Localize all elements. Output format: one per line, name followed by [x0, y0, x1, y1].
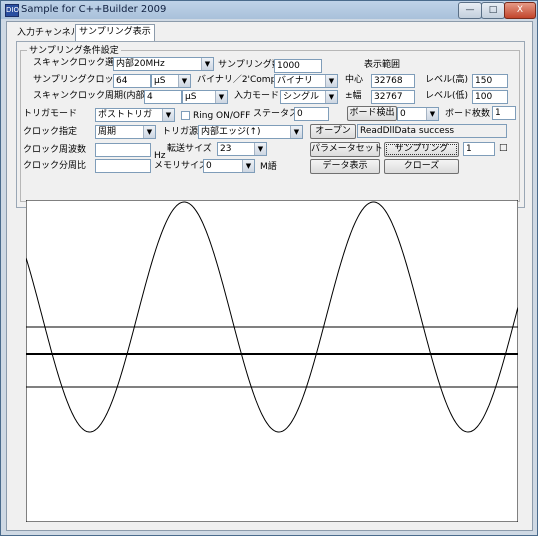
- clock-spec-value: 周期: [98, 127, 117, 137]
- input-mode-select[interactable]: シングル ▼: [280, 90, 338, 104]
- level-low-input[interactable]: 100: [472, 90, 508, 104]
- trigger-mode-value: ポストトリガ: [98, 110, 153, 120]
- center-label: 中心: [345, 75, 364, 85]
- status-label: ステータス: [253, 109, 299, 119]
- ring-onoff-label: Ring ON/OFF: [193, 111, 251, 121]
- trigger-mode-select[interactable]: ポストトリガ ▼: [95, 108, 175, 122]
- transfer-size-select[interactable]: 23 ▼: [217, 142, 267, 156]
- transfer-size-label: 転送サイズ: [167, 144, 212, 154]
- trigger-source-select[interactable]: 内部エッジ(↑) ▼: [198, 125, 303, 139]
- clock-divider-input[interactable]: [95, 159, 151, 173]
- chevron-down-icon: ▼: [290, 126, 302, 138]
- scan-clock-select-value: 内部20MHz: [116, 59, 165, 69]
- trigger-source-value: 内部エッジ(↑): [201, 127, 261, 137]
- chevron-down-icon: ▼: [143, 126, 155, 138]
- tab-sampling-display[interactable]: サンプリング表示: [75, 24, 155, 42]
- level-low-label: レベル(低): [425, 91, 469, 101]
- scan-period-unit-value: μS: [185, 92, 197, 102]
- chevron-down-icon: ▼: [242, 160, 254, 172]
- amplitude-label: ±幅: [345, 91, 362, 101]
- sampling-clock-label: サンプリングクロック: [33, 75, 123, 85]
- board-count-input[interactable]: 1: [492, 106, 516, 120]
- data-display-button[interactable]: データ表示: [310, 159, 380, 174]
- board-detect-button[interactable]: ボード検出: [347, 106, 397, 121]
- param-set-button[interactable]: パラメータセット: [310, 142, 383, 157]
- sampling-clock-unit-select[interactable]: μS ▼: [151, 74, 191, 88]
- chevron-down-icon: ▼: [162, 109, 174, 121]
- group-title: サンプリング条件設定: [27, 43, 121, 56]
- clock-freq-input[interactable]: [95, 143, 151, 157]
- amplitude-input[interactable]: 32767: [371, 90, 415, 104]
- memory-size-label: メモリサイズ: [154, 161, 208, 171]
- scan-period-input[interactable]: 4: [144, 90, 182, 104]
- chevron-down-icon: ▼: [325, 91, 337, 103]
- scan-clock-select[interactable]: 内部20MHz ▼: [113, 57, 214, 71]
- m-words-label: M語: [260, 162, 277, 172]
- minimize-button[interactable]: —: [458, 2, 482, 19]
- open-status-field: ReadDllData success: [357, 124, 507, 138]
- sampling-spin-input[interactable]: 1: [463, 142, 495, 156]
- clock-freq-label: クロック周波数: [23, 145, 87, 155]
- chevron-down-icon: ▼: [201, 58, 213, 70]
- title-bar: DIO Sample for C++Builder 2009 — □ X: [1, 1, 537, 19]
- app-icon: DIO: [5, 4, 19, 17]
- sampling-clock-input[interactable]: 64: [113, 74, 151, 88]
- app-window: DIO Sample for C++Builder 2009 — □ X 入力チ…: [0, 0, 538, 536]
- status-field: 0: [294, 107, 329, 121]
- chevron-down-icon: ▼: [426, 108, 438, 120]
- board-detect-value: 0: [400, 109, 406, 119]
- scan-clock-period-label: スキャンクロック周期(内部): [33, 91, 149, 101]
- binary-2comp-value: バイナリ: [277, 76, 313, 86]
- clock-divider-label: クロック分周比: [23, 161, 87, 171]
- chevron-down-icon: ▼: [254, 143, 266, 155]
- scan-period-unit-select[interactable]: μS ▼: [182, 90, 228, 104]
- board-count-label: ボード枚数: [445, 109, 491, 119]
- level-high-input[interactable]: 150: [472, 74, 508, 88]
- chevron-down-icon: ▼: [325, 75, 337, 87]
- window-title: Sample for C++Builder 2009: [21, 4, 167, 15]
- sampling-button[interactable]: サンプリング: [384, 142, 459, 157]
- open-button[interactable]: オープン: [310, 124, 356, 139]
- waveform-plot: [25, 199, 519, 523]
- close-button[interactable]: クローズ: [384, 159, 459, 174]
- binary-2comp-select[interactable]: バイナリ ▼: [274, 74, 338, 88]
- center-input[interactable]: 32768: [371, 74, 415, 88]
- scan-clock-select-label: スキャンクロック選択: [33, 58, 124, 68]
- clock-spec-label: クロック指定: [23, 127, 78, 137]
- chevron-down-icon: ▼: [178, 75, 190, 87]
- clock-spec-select[interactable]: 周期 ▼: [95, 125, 156, 139]
- input-mode-value: シングル: [283, 92, 320, 102]
- sampling-count-label: サンプリング数: [218, 60, 281, 70]
- trigger-source-label: トリガ源: [162, 127, 199, 137]
- sampling-count-input[interactable]: 1000: [274, 59, 322, 73]
- memory-size-select[interactable]: 0 ▼: [203, 159, 255, 173]
- display-range-label: 表示範囲: [364, 60, 401, 70]
- chevron-down-icon: ▼: [215, 91, 227, 103]
- transfer-size-value: 23: [220, 144, 232, 154]
- input-mode-label: 入力モード: [234, 91, 280, 101]
- close-window-button[interactable]: X: [504, 2, 536, 19]
- sampling-clock-unit-value: μS: [154, 76, 166, 86]
- waveform-svg: [25, 199, 519, 523]
- level-high-label: レベル(高): [425, 75, 469, 85]
- binary-2comp-label: バイナリ／2'Comp: [197, 75, 277, 85]
- ring-onoff-checkbox[interactable]: [181, 111, 190, 120]
- board-detect-select[interactable]: 0 ▼: [397, 107, 439, 121]
- spin-icon[interactable]: □: [499, 142, 508, 155]
- trigger-mode-label: トリガモード: [23, 109, 78, 119]
- memory-size-value: 0: [206, 161, 212, 171]
- plot-border: [25, 199, 519, 523]
- client-area: 入力チャンネル設定 サンプリング表示 サンプリング条件設定 スキャンクロック選択…: [6, 21, 533, 531]
- maximize-button[interactable]: □: [481, 2, 505, 19]
